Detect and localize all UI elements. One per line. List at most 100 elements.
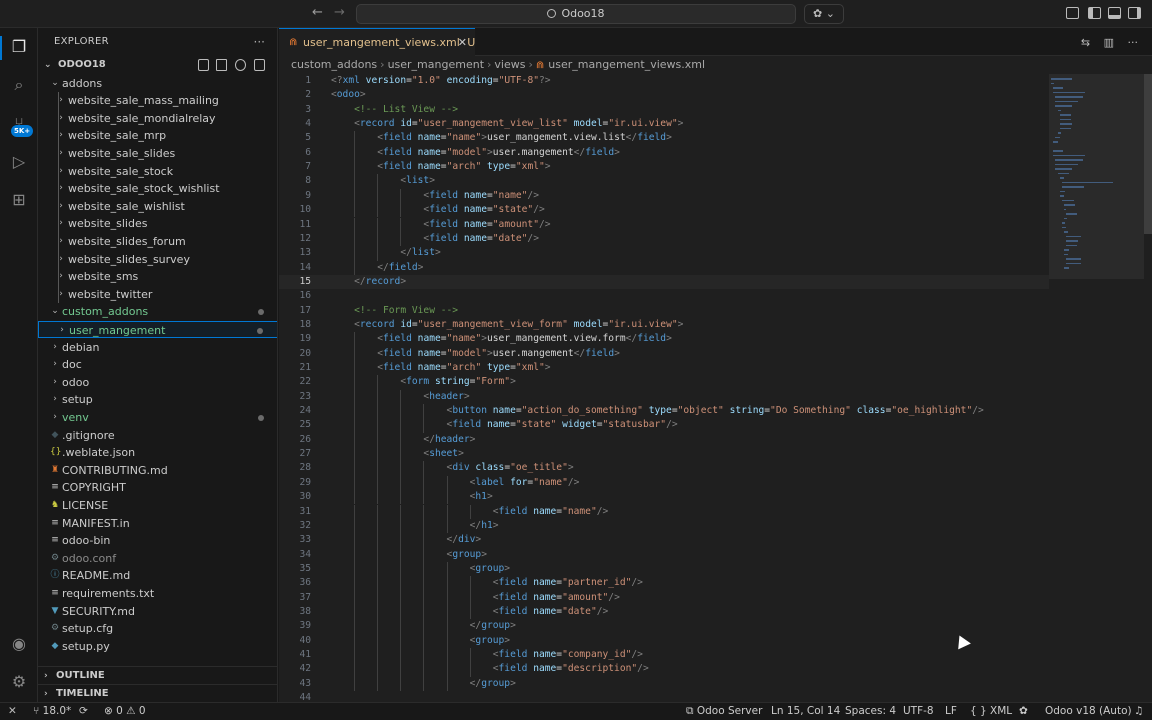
indent-guide (354, 188, 356, 204)
folder-item[interactable]: › setup (38, 391, 277, 409)
problems-status[interactable]: ⊗ 0 ⚠ 0 (104, 703, 146, 720)
git-status-dot (257, 327, 263, 334)
chevron-down-icon: ⌄ (825, 7, 835, 20)
toggle-panel-icon[interactable] (1108, 7, 1121, 19)
code-token: </ (625, 333, 638, 345)
search-icon[interactable]: ⌕ (9, 75, 29, 95)
minimap-line (1053, 87, 1064, 89)
file-item[interactable]: ≡ requirements.txt (38, 585, 277, 603)
copilot-status-icon[interactable]: ✿ (1019, 703, 1028, 720)
toggle-primary-sidebar-icon[interactable] (1088, 7, 1101, 19)
command-center-search[interactable]: Odoo18 (356, 4, 796, 24)
breadcrumb-item[interactable]: views (494, 58, 525, 71)
copilot-menu-button[interactable]: ✿ ⌄ (804, 4, 844, 24)
indent-guide (400, 547, 402, 562)
tab-user-mangement-views-xml[interactable]: ⋒ user_mangement_views.xml U ✕ (279, 28, 475, 56)
folder-item[interactable]: › doc (38, 356, 277, 374)
timeline-section-header[interactable]: › TIMELINE (38, 684, 277, 702)
breadcrumb-item[interactable]: custom_addons (291, 58, 377, 71)
file-item[interactable]: ≡ MANIFEST.in (38, 515, 277, 533)
folder-item[interactable]: › website_slides_forum (38, 233, 277, 251)
folder-item[interactable]: › website_twitter (38, 286, 277, 304)
folder-item[interactable]: › user_mangement (38, 320, 277, 339)
odoo-server-status[interactable]: ⧉ Odoo Server (686, 703, 762, 720)
folder-item[interactable]: › odoo (38, 374, 277, 392)
folder-item[interactable]: ⌄ addons (38, 75, 277, 93)
minimap-line (1059, 114, 1071, 116)
folder-item[interactable]: › website_sale_mass_mailing (38, 92, 277, 110)
file-item[interactable]: ⓘ README.md (38, 567, 277, 585)
accounts-icon[interactable]: ◉ (9, 634, 29, 654)
new-file-icon[interactable] (198, 59, 209, 71)
forward-arrow-icon[interactable]: → (334, 5, 345, 20)
file-item[interactable]: ◆ setup.py (38, 638, 277, 656)
outline-section-header[interactable]: › OUTLINE (38, 666, 277, 684)
code-token: /> (972, 405, 984, 417)
extensions-icon[interactable]: ⊞ (9, 190, 29, 210)
file-item[interactable]: ≡ COPYRIGHT (38, 479, 277, 497)
tree-item-label: user_mangement (69, 323, 166, 337)
folder-item[interactable]: › website_sale_slides (38, 145, 277, 163)
code-token: odoo (336, 89, 360, 101)
file-item[interactable]: ♜ CONTRIBUTING.md (38, 462, 277, 480)
folder-item[interactable]: › website_slides (38, 215, 277, 233)
folder-item[interactable]: › website_sms (38, 268, 277, 286)
minimap[interactable] (1049, 74, 1144, 702)
vertical-scrollbar[interactable] (1144, 74, 1152, 234)
toggle-secondary-sidebar-icon[interactable] (1128, 7, 1141, 19)
file-item[interactable]: ◆ .gitignore (38, 427, 277, 445)
file-item[interactable]: ▼ SECURITY.md (38, 603, 277, 621)
workspace-folder-header[interactable]: ⌄ ODOO18 (38, 56, 277, 74)
minimap-line (1053, 91, 1085, 93)
more-actions-icon[interactable]: ··· (1128, 36, 1139, 49)
indent-guide (469, 604, 471, 620)
folder-item[interactable]: › website_slides_survey (38, 251, 277, 269)
notifications-bell-icon[interactable]: ♫ (1134, 703, 1143, 720)
encoding-status[interactable]: UTF-8 (903, 703, 934, 720)
odoo-interpreter-status[interactable]: Odoo v18 (Auto) (1045, 703, 1132, 720)
line-number: 32 (299, 519, 311, 531)
breadcrumb-item[interactable]: user_mangement (388, 58, 484, 71)
code-editor[interactable]: 1 <?xml version="1.0" encoding="UTF-8"?> 2… (279, 74, 1152, 702)
source-control-badge: 5K+ (11, 125, 34, 137)
tree-item-label: LICENSE (62, 498, 109, 512)
new-folder-icon[interactable] (216, 59, 227, 71)
folder-item[interactable]: › website_sale_mrp (38, 127, 277, 145)
breadcrumb-item[interactable]: user_mangement_views.xml (548, 58, 705, 71)
file-item[interactable]: ≡ odoo-bin (38, 532, 277, 550)
close-icon[interactable]: ✕ (458, 29, 467, 56)
folder-item[interactable]: › website_sale_stock (38, 163, 277, 181)
indent-guide (354, 145, 356, 161)
git-branch-status[interactable]: ⑂ 18.0* (33, 703, 71, 720)
refresh-explorer-icon[interactable] (235, 59, 246, 71)
back-arrow-icon[interactable]: ← (312, 5, 323, 20)
code-token: > (666, 333, 672, 345)
remote-indicator-icon[interactable]: ✕ (8, 703, 17, 720)
folder-item[interactable]: › website_sale_wishlist (38, 198, 277, 216)
indent-guide (354, 361, 356, 376)
timeline-label: TIMELINE (56, 688, 109, 699)
file-item[interactable]: {} .weblate.json (38, 444, 277, 462)
more-actions-icon[interactable]: ··· (254, 28, 265, 56)
folder-item[interactable]: › website_sale_stock_wishlist (38, 180, 277, 198)
manage-gear-icon[interactable]: ⚙ (9, 672, 29, 692)
customize-layout-icon[interactable] (1066, 7, 1079, 19)
file-item[interactable]: ⚙ odoo.conf (38, 550, 277, 568)
sync-icon[interactable]: ⟳ (79, 703, 88, 720)
open-changes-icon[interactable]: ⇆ (1081, 36, 1090, 49)
folder-item[interactable]: › website_sale_mondialrelay (38, 110, 277, 128)
indent-guide (354, 533, 356, 548)
split-editor-icon[interactable]: ▥ (1104, 36, 1114, 49)
folder-item[interactable]: ⌄ custom_addons (38, 303, 277, 321)
explorer-icon[interactable]: ❐ (9, 37, 29, 57)
folder-item[interactable]: › debian (38, 339, 277, 357)
file-item[interactable]: ⚙ setup.cfg (38, 620, 277, 638)
indentation-status[interactable]: Spaces: 4 (845, 703, 896, 720)
file-item[interactable]: ♞ LICENSE (38, 497, 277, 515)
eol-status[interactable]: LF (945, 703, 957, 720)
language-mode-status[interactable]: { } XML (970, 703, 1012, 720)
cursor-position[interactable]: Ln 15, Col 14 (771, 703, 840, 720)
run-debug-icon[interactable]: ▷ (9, 152, 29, 172)
folder-item[interactable]: › venv (38, 409, 277, 427)
collapse-folders-icon[interactable] (254, 59, 265, 71)
